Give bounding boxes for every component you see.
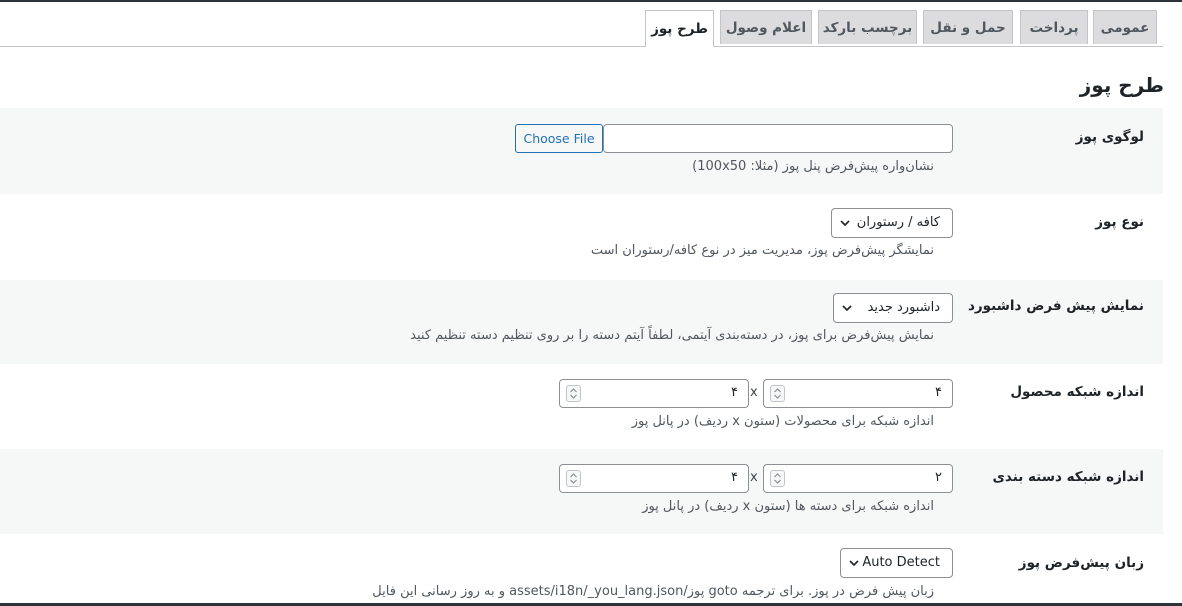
language-select[interactable]: Auto Detect bbox=[840, 548, 953, 578]
product-grid-separator: x bbox=[750, 385, 758, 400]
category-grid-columns-input[interactable]: ۲ bbox=[763, 464, 953, 493]
pos-type-label: نوع پوز bbox=[1095, 214, 1144, 230]
pos-type-description: نمایشگر پیش‌فرض پوز، مدیریت میز در نوع ک… bbox=[590, 243, 934, 258]
tab-general[interactable]: عمومی bbox=[1093, 10, 1157, 44]
product-grid-columns-value: ۴ bbox=[935, 385, 942, 400]
tab-receipt[interactable]: اعلام وصول bbox=[720, 10, 812, 44]
category-grid-rows-input[interactable]: ۴ bbox=[559, 464, 749, 493]
logo-file-input[interactable] bbox=[603, 124, 953, 153]
tab-payment[interactable]: پرداخت bbox=[1020, 10, 1088, 44]
pos-type-selected: کافه / رستوران bbox=[856, 215, 940, 230]
row-category-grid: اندازه شبکه دسته بندی ۲ x ۴ اندازه شبکه … bbox=[0, 449, 1163, 534]
category-grid-description: اندازه شبکه برای دسته ها (ستون x ردیف) د… bbox=[642, 499, 934, 514]
tab-shipping[interactable]: حمل و نقل bbox=[923, 10, 1013, 44]
product-grid-label: اندازه شبکه محصول bbox=[1010, 384, 1144, 400]
category-grid-columns-value: ۲ bbox=[935, 470, 942, 485]
default-dashboard-label: نمایش پیش فرض داشبورد bbox=[967, 298, 1144, 314]
category-grid-rows-value: ۴ bbox=[731, 470, 738, 485]
language-description: زبان پیش فرض در پوز. برای ترجمه goto پوز… bbox=[372, 584, 934, 599]
tab-barcode-label[interactable]: برچسب بارکد bbox=[818, 10, 917, 44]
chevron-down-icon bbox=[842, 305, 852, 312]
row-pos-type: نوع پوز کافه / رستوران نمایشگر پیش‌فرض پ… bbox=[0, 194, 1163, 280]
chevron-down-icon bbox=[840, 220, 850, 227]
page-title: طرح پوز bbox=[1079, 73, 1164, 97]
language-selected: Auto Detect bbox=[862, 555, 940, 570]
product-grid-rows-input[interactable]: ۴ bbox=[559, 379, 749, 408]
category-grid-label: اندازه شبکه دسته بندی bbox=[992, 469, 1144, 485]
category-grid-separator: x bbox=[750, 470, 758, 485]
row-product-grid: اندازه شبکه محصول ۴ x ۴ اندازه شبکه برای… bbox=[0, 364, 1163, 449]
spinner-arrows-icon[interactable] bbox=[770, 470, 785, 487]
row-language: زبان پیش‌فرض پوز Auto Detect زبان پیش فر… bbox=[0, 534, 1163, 603]
product-grid-rows-value: ۴ bbox=[731, 385, 738, 400]
chevron-down-icon bbox=[849, 560, 859, 567]
logo-label: لوگوی پوز bbox=[1075, 129, 1144, 145]
row-default-dashboard: نمایش پیش فرض داشبورد داشبورد جدید نمایش… bbox=[0, 280, 1163, 364]
row-logo: لوگوی پوز Choose File نشان‌واره پیش‌فرض … bbox=[0, 108, 1163, 194]
pos-type-select[interactable]: کافه / رستوران bbox=[831, 208, 953, 238]
tab-pos-design[interactable]: طرح پوز bbox=[645, 10, 714, 47]
default-dashboard-select[interactable]: داشبورد جدید bbox=[833, 293, 953, 323]
product-grid-description: اندازه شبکه برای محصولات (ستون x ردیف) د… bbox=[631, 414, 934, 429]
product-grid-columns-input[interactable]: ۴ bbox=[763, 379, 953, 408]
spinner-arrows-icon[interactable] bbox=[566, 470, 581, 487]
default-dashboard-selected: داشبورد جدید bbox=[867, 300, 940, 315]
choose-file-button[interactable]: Choose File bbox=[515, 124, 603, 153]
logo-description: نشان‌واره پیش‌فرض پنل پوز (مثلا: 100x50) bbox=[692, 159, 934, 174]
default-dashboard-description: نمایش پیش‌فرض برای پوز، در دسته‌بندی آیت… bbox=[410, 328, 934, 343]
spinner-arrows-icon[interactable] bbox=[566, 385, 581, 402]
tabs-divider bbox=[0, 46, 1163, 47]
spinner-arrows-icon[interactable] bbox=[770, 385, 785, 402]
language-label: زبان پیش‌فرض پوز bbox=[1018, 555, 1144, 571]
